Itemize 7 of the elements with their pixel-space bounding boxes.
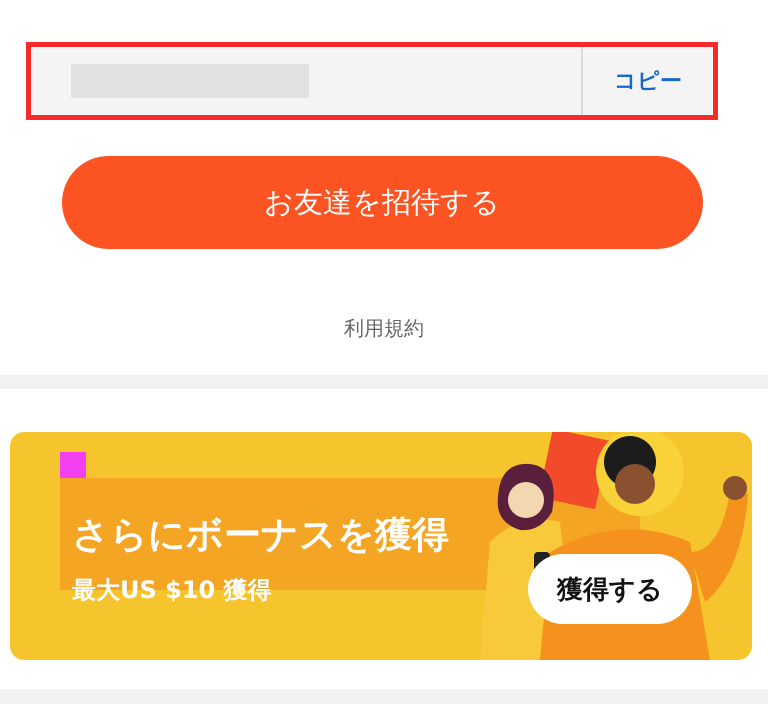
invite-friends-button[interactable]: お友達を招待する	[62, 156, 702, 249]
terms-link[interactable]: 利用規約	[344, 315, 424, 342]
invite-link-field[interactable]: コピー	[31, 47, 713, 115]
banner-title: さらにボーナスを獲得	[72, 512, 449, 558]
banner-subtitle: 最大US $10 獲得	[72, 575, 273, 606]
get-bonus-button[interactable]: 獲得する	[528, 554, 692, 624]
square-decoration	[60, 452, 86, 478]
